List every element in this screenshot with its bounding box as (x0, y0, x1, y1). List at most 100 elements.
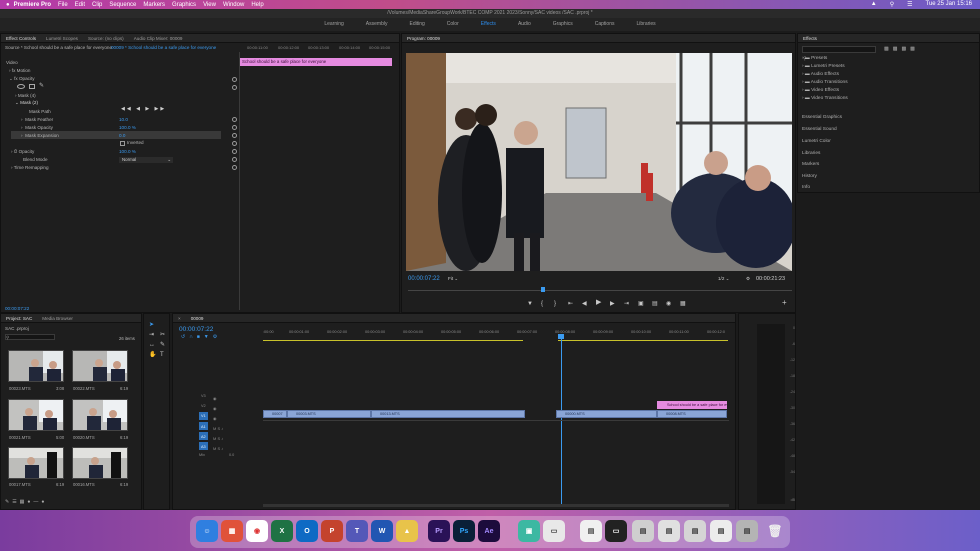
premiere-pro-icon[interactable]: Pr (428, 520, 450, 542)
trash-icon[interactable]: 🗑 (764, 520, 786, 542)
tab-project[interactable]: Project: SAC (1, 314, 37, 322)
document-preview-icon[interactable]: ▤ (580, 520, 602, 542)
inverted-checkbox[interactable] (120, 141, 125, 146)
search-icon[interactable]: ⚲ (890, 1, 894, 8)
workspace-color[interactable]: Color (436, 18, 470, 31)
effects-folder-video-effects[interactable]: › ▬ Video Effects (802, 88, 839, 93)
window-preview-icon[interactable]: ▭ (605, 520, 627, 542)
reset-icon[interactable] (232, 149, 237, 154)
blend-mode-select[interactable]: Normal ⌄ (119, 157, 173, 163)
video-clip[interactable]: 00003.MTS (287, 410, 371, 418)
project-search-input[interactable]: ⚲ (5, 334, 55, 340)
effects-filter-icons[interactable]: ▩▩▩▩ (884, 46, 919, 52)
razor-tool-icon[interactable]: ✂ (160, 332, 165, 338)
window-preview-icon[interactable]: ▭ (543, 520, 565, 542)
hand-tool-icon[interactable]: ✋ (149, 352, 156, 358)
ripple-edit-tool-icon[interactable]: ↔ (149, 342, 155, 348)
timeline-ruler[interactable]: :00:00 00:00:01:00 00:00:02:00 00:00:03:… (263, 328, 729, 340)
pen-mask-icon[interactable]: ✎ (39, 82, 44, 89)
timeline-timecode[interactable]: 00:00:07:22 (179, 326, 213, 333)
tab-sequence[interactable]: 00009 (186, 314, 209, 322)
export-frame-icon[interactable]: ◉ (666, 301, 671, 307)
document-preview-icon[interactable]: ▤ (632, 520, 654, 542)
effects-folder-lumetri-presets[interactable]: › ▬ Lumetri Presets (802, 64, 845, 69)
panel-markers[interactable]: Markers (802, 162, 819, 167)
program-scrub-bar[interactable] (408, 290, 792, 291)
mix-value[interactable]: 0.0 (229, 453, 234, 457)
clip-thumbnail[interactable] (72, 350, 128, 382)
tab-effect-controls[interactable]: Effect Controls (1, 34, 41, 42)
source-clip-name[interactable]: Source * School should be a safe place f… (5, 44, 112, 52)
timeline-scrollbar[interactable] (263, 504, 729, 507)
tab-source[interactable]: Source: (no clips) (83, 34, 129, 42)
document-preview-icon[interactable]: ▤ (684, 520, 706, 542)
playhead-handle[interactable] (558, 334, 564, 339)
apple-icon[interactable]: ● (6, 2, 10, 8)
reset-icon[interactable] (232, 125, 237, 130)
menu-window[interactable]: Window (223, 2, 244, 8)
clip-thumbnail[interactable] (8, 399, 64, 431)
close-icon[interactable]: × (173, 314, 186, 322)
workspace-effects[interactable]: Effects (470, 18, 507, 31)
effects-folder-video-transitions[interactable]: › ▬ Video Transitions (802, 96, 848, 101)
video-clip[interactable]: 00000.MTS (556, 410, 657, 418)
mask-2[interactable]: ⌄ Mask (2) (15, 99, 38, 107)
panel-lumetri-color[interactable]: Lumetri Color (802, 139, 831, 144)
tab-effects[interactable]: Effects (798, 34, 822, 42)
step-forward-icon[interactable]: ▶ (610, 301, 615, 307)
menu-graphics[interactable]: Graphics (172, 2, 196, 8)
tab-media-browser[interactable]: Media Browser (37, 314, 78, 322)
track-v1[interactable]: V1 (201, 414, 206, 418)
launchpad-icon[interactable]: ▦ (221, 520, 243, 542)
menu-app-name[interactable]: Premiere Pro (14, 2, 51, 8)
after-effects-icon[interactable]: Ae (478, 520, 500, 542)
video-clip[interactable]: 00008.MTS (657, 410, 727, 418)
reset-icon[interactable] (232, 133, 237, 138)
workspace-graphics[interactable]: Graphics (542, 18, 584, 31)
reset-icon[interactable] (232, 117, 237, 122)
video-clip[interactable]: 00007 (263, 410, 287, 418)
excel-icon[interactable]: X (271, 520, 293, 542)
program-video-frame[interactable] (406, 53, 792, 271)
go-to-in-icon[interactable]: ⇤ (568, 301, 573, 307)
effects-folder-audio-transitions[interactable]: › ▬ Audio Transitions (802, 80, 848, 85)
add-button-icon[interactable]: + (782, 299, 787, 307)
teams-icon[interactable]: T (346, 520, 368, 542)
document-preview-icon[interactable]: ▤ (736, 520, 758, 542)
panel-essential-graphics[interactable]: Essential Graphics (802, 115, 842, 120)
comparison-view-icon[interactable]: ▦ (680, 301, 686, 307)
word-icon[interactable]: W (371, 520, 393, 542)
photoshop-icon[interactable]: Ps (453, 520, 475, 542)
effects-folder-audio-effects[interactable]: › ▬ Audio Effects (802, 72, 839, 77)
menu-markers[interactable]: Markers (143, 2, 165, 8)
track-v3[interactable]: V3 (201, 394, 206, 398)
panel-essential-sound[interactable]: Essential Sound (802, 127, 837, 132)
clip-thumbnail[interactable] (8, 350, 64, 382)
extract-icon[interactable]: ▤ (652, 301, 658, 307)
rectangle-mask-icon[interactable] (29, 84, 35, 89)
reset-icon[interactable] (232, 77, 237, 82)
play-icon[interactable]: ▶ (596, 299, 601, 306)
clip-thumbnail[interactable] (8, 447, 64, 479)
workspace-editing[interactable]: Editing (398, 18, 435, 31)
panel-libraries[interactable]: Libraries (802, 151, 820, 156)
workspace-captions[interactable]: Captions (584, 18, 626, 31)
track-v2[interactable]: V2 (201, 404, 206, 408)
workspace-learning[interactable]: Learning (313, 18, 354, 31)
work-area-bar[interactable] (263, 340, 523, 341)
motion-effect[interactable]: › fx Motion (9, 67, 30, 75)
selection-tool-icon[interactable]: ➤ (149, 322, 154, 328)
resolution-select[interactable]: 1/2 ⌄ (718, 276, 730, 282)
mark-out-icon[interactable]: } (554, 301, 556, 307)
menu-file[interactable]: File (58, 2, 68, 8)
mask-expansion-value[interactable]: 0.0 (119, 132, 125, 140)
chrome-icon[interactable]: ◉ (246, 520, 268, 542)
outlook-icon[interactable]: O (296, 520, 318, 542)
menu-clip[interactable]: Clip (92, 2, 102, 8)
finder-icon[interactable]: ☺ (196, 520, 218, 542)
title-clip[interactable]: School should be a safe place for ever (657, 401, 727, 409)
ec-clip-bar[interactable]: School should be a safe place for everyo… (239, 58, 392, 66)
control-center-icon[interactable]: ☰ (907, 1, 912, 8)
opacity-effect[interactable]: ⌄ fx Opacity (9, 75, 35, 83)
track-a1[interactable]: A1 (201, 425, 206, 429)
